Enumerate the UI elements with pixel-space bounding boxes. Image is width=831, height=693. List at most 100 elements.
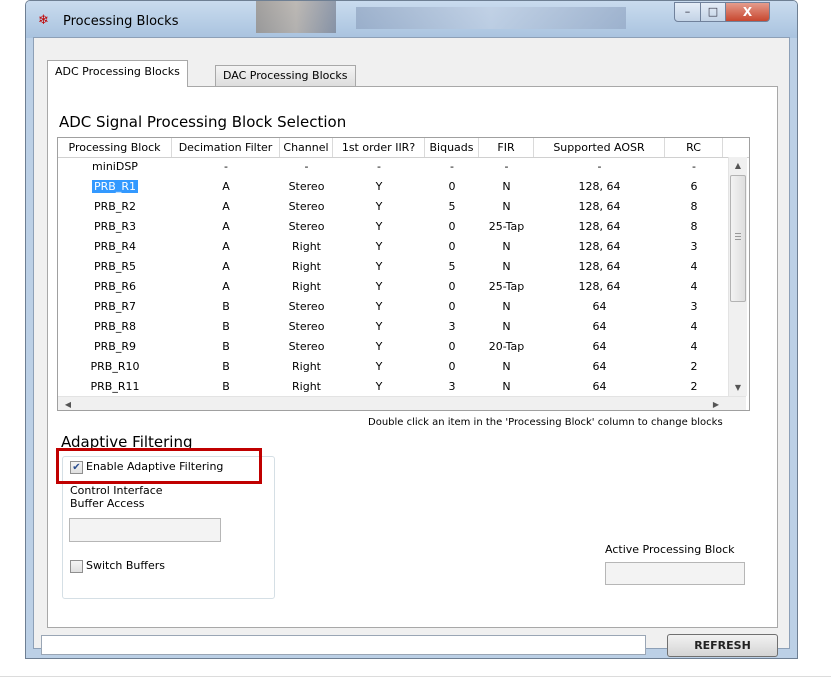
- table-cell-decimation-filter: A: [222, 220, 230, 233]
- selected-cell-highlight[interactable]: PRB_R1: [92, 180, 138, 193]
- column-header-supported-aosr[interactable]: Supported AOSR: [534, 138, 665, 157]
- table-cell-rc: 4: [690, 340, 698, 353]
- table-cell-decimation-filter: B: [222, 380, 230, 393]
- check-icon: ✔: [72, 462, 81, 473]
- table-cell-rc: 4: [690, 260, 698, 273]
- table-cell-rc: 6: [690, 180, 698, 193]
- table-cell-fir: 25-Tap: [488, 280, 525, 293]
- table-cell-processing-block[interactable]: PRB_R8: [58, 317, 172, 337]
- table-row[interactable]: PRB_R7 B Stereo Y 0 N 64 3: [58, 297, 728, 317]
- table-cell-processing-block[interactable]: PRB_R9: [58, 337, 172, 357]
- table-cell-processing-block[interactable]: PRB_R10: [58, 357, 172, 377]
- tab-dac-processing-blocks[interactable]: DAC Processing Blocks: [215, 65, 356, 87]
- minimize-button[interactable]: –: [674, 2, 701, 22]
- title-bar[interactable]: ❄ Processing Blocks – □ X: [26, 1, 797, 38]
- scroll-left-icon[interactable]: ◀: [60, 400, 76, 409]
- column-header-fir[interactable]: FIR: [479, 138, 534, 157]
- table-row[interactable]: PRB_R9 B Stereo Y 0 20-Tap 64 4: [58, 337, 728, 357]
- enable-adaptive-filtering-label[interactable]: Enable Adaptive Filtering: [86, 460, 223, 473]
- table-cell-fir: -: [504, 160, 509, 173]
- switch-buffers-checkbox[interactable]: [70, 560, 83, 573]
- table-row[interactable]: PRB_R5 A Right Y 5 N 128, 64 4: [58, 257, 728, 277]
- table-cell-rc: 2: [690, 360, 698, 373]
- horizontal-scrollbar[interactable]: ◀ ▶: [58, 396, 746, 410]
- table-row[interactable]: PRB_R3 A Stereo Y 0 25-Tap 128, 64 8: [58, 217, 728, 237]
- table-cell-biquads: 0: [448, 340, 456, 353]
- table-cell-decimation-filter: B: [222, 300, 230, 313]
- table-cell-first-order-iir: -: [377, 160, 381, 173]
- vertical-scroll-thumb[interactable]: [730, 175, 746, 302]
- table-row[interactable]: PRB_R6 A Right Y 0 25-Tap 128, 64 4: [58, 277, 728, 297]
- table-cell-processing-block[interactable]: PRB_R11: [58, 377, 172, 397]
- column-header-rc[interactable]: RC: [665, 138, 723, 157]
- status-bar-field: [41, 635, 646, 655]
- table-cell-processing-block[interactable]: PRB_R3: [58, 217, 172, 237]
- processing-block-table[interactable]: Processing Block Decimation Filter Channel…: [57, 137, 750, 411]
- table-cell-processing-block[interactable]: PRB_R6: [58, 277, 172, 297]
- table-row[interactable]: PRB_R2 A Stereo Y 5 N 128, 64 8: [58, 197, 728, 217]
- table-cell-processing-block[interactable]: PRB_R2: [58, 197, 172, 217]
- enable-adaptive-filtering-checkbox[interactable]: ✔: [70, 461, 83, 474]
- switch-buffers-label[interactable]: Switch Buffers: [86, 559, 165, 572]
- table-cell-fir: N: [502, 320, 511, 333]
- refresh-button[interactable]: REFRESH: [667, 634, 778, 657]
- table-cell-processing-block[interactable]: miniDSP: [58, 157, 172, 177]
- column-header-biquads[interactable]: Biquads: [425, 138, 479, 157]
- table-row[interactable]: PRB_R4 A Right Y 0 N 128, 64 3: [58, 237, 728, 257]
- table-cell-channel: Right: [292, 360, 321, 373]
- adc-tab-panel: ADC Signal Processing Block Selection Pr…: [47, 86, 778, 628]
- active-processing-block-field: [605, 562, 745, 585]
- table-cell-decimation-filter: A: [222, 200, 230, 213]
- table-cell-rc: 4: [690, 320, 698, 333]
- scroll-right-icon[interactable]: ▶: [708, 400, 724, 409]
- table-cell-decimation-filter: B: [222, 360, 230, 373]
- table-cell-processing-block[interactable]: PRB_R5: [58, 257, 172, 277]
- maximize-button[interactable]: □: [700, 2, 726, 22]
- active-processing-block-label: Active Processing Block: [605, 543, 735, 556]
- tab-adc-processing-blocks[interactable]: ADC Processing Blocks: [47, 60, 188, 87]
- table-cell-biquads: 5: [448, 260, 456, 273]
- processing-blocks-window: ❄ Processing Blocks – □ X ADC Processing…: [25, 0, 798, 659]
- table-row[interactable]: PRB_R11 B Right Y 3 N 64 2: [58, 377, 728, 397]
- column-header-decimation-filter[interactable]: Decimation Filter: [172, 138, 280, 157]
- table-cell-processing-block[interactable]: PRB_R1: [58, 177, 172, 197]
- scroll-up-icon[interactable]: ▲: [730, 161, 746, 170]
- table-cell-supported-aosr: 128, 64: [578, 200, 621, 213]
- table-cell-rc: 4: [690, 280, 698, 293]
- table-cell-processing-block[interactable]: PRB_R7: [58, 297, 172, 317]
- vertical-scrollbar[interactable]: ▲ ▼: [728, 157, 747, 396]
- close-button[interactable]: X: [725, 2, 770, 22]
- table-cell-fir: N: [502, 200, 511, 213]
- table-row[interactable]: PRB_R10 B Right Y 0 N 64 2: [58, 357, 728, 377]
- table-row[interactable]: PRB_R8 B Stereo Y 3 N 64 4: [58, 317, 728, 337]
- page-divider: [0, 676, 831, 677]
- table-cell-first-order-iir: Y: [375, 280, 383, 293]
- table-cell-channel: Right: [292, 280, 321, 293]
- table-cell-rc: 8: [690, 220, 698, 233]
- buffer-access-label-line1: Control Interface: [70, 484, 163, 497]
- column-header-channel[interactable]: Channel: [280, 138, 333, 157]
- table-cell-supported-aosr: 128, 64: [578, 240, 621, 253]
- table-cell-supported-aosr: 64: [592, 300, 607, 313]
- adc-section-title: ADC Signal Processing Block Selection: [59, 113, 347, 131]
- table-cell-rc: 3: [690, 300, 698, 313]
- table-cell-fir: N: [502, 260, 511, 273]
- table-cell-rc: 2: [690, 380, 698, 393]
- table-cell-first-order-iir: Y: [375, 260, 383, 273]
- table-cell-supported-aosr: 128, 64: [578, 260, 621, 273]
- table-cell-supported-aosr: 64: [592, 320, 607, 333]
- table-cell-fir: N: [502, 380, 511, 393]
- buffer-access-field[interactable]: [69, 518, 221, 542]
- column-header-first-order-iir[interactable]: 1st order IIR?: [333, 138, 425, 157]
- table-cell-supported-aosr: 128, 64: [578, 180, 621, 193]
- table-row[interactable]: PRB_R1 A Stereo Y 0 N 128, 64 6: [58, 177, 728, 197]
- table-cell-processing-block[interactable]: PRB_R4: [58, 237, 172, 257]
- app-logo-icon: ❄: [38, 13, 49, 28]
- table-cell-channel: Stereo: [288, 300, 325, 313]
- table-cell-supported-aosr: 64: [592, 380, 607, 393]
- scroll-down-icon[interactable]: ▼: [730, 383, 746, 392]
- table-cell-first-order-iir: Y: [375, 320, 383, 333]
- table-row[interactable]: miniDSP - - - - - - -: [58, 157, 728, 177]
- table-cell-first-order-iir: Y: [375, 200, 383, 213]
- column-header-processing-block[interactable]: Processing Block: [58, 138, 172, 157]
